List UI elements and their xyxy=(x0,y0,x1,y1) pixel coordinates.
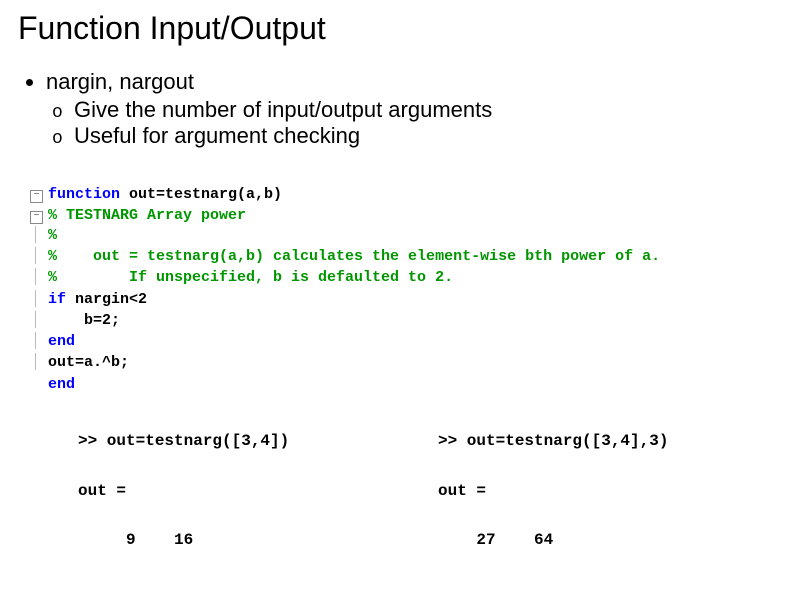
code-comment-4: % If unspecified, b is defaulted to 2. xyxy=(48,269,453,286)
sub-bullet-2: Useful for argument checking xyxy=(74,123,782,149)
code-sig: out=testnarg(a,b) xyxy=(120,186,282,203)
repl-left-values: 9 16 xyxy=(78,531,193,549)
sub-bullet-list: Give the number of input/output argument… xyxy=(46,97,782,149)
code-body-2: out=a.^b; xyxy=(48,354,129,371)
slide: Function Input/Output nargin, nargout Gi… xyxy=(0,0,800,563)
code-comment-3: % out = testnarg(a,b) calculates the ele… xyxy=(48,248,660,265)
repl-right-input: >> out=testnarg([3,4],3) xyxy=(438,432,668,450)
code-kw-end2: end xyxy=(48,376,75,393)
repl-row: >> out=testnarg([3,4]) out = 9 16 >> out… xyxy=(18,429,782,553)
code-comment-1: % TESTNARG Array power xyxy=(48,207,246,224)
repl-left: >> out=testnarg([3,4]) out = 9 16 xyxy=(78,429,398,553)
code-kw-if: if xyxy=(48,291,66,308)
repl-right-outlabel: out = xyxy=(438,482,486,500)
page-title: Function Input/Output xyxy=(18,10,782,47)
repl-right: >> out=testnarg([3,4],3) out = 27 64 xyxy=(438,429,668,553)
code-if-cond: nargin<2 xyxy=(66,291,147,308)
bullet-main: nargin, nargout Give the number of input… xyxy=(46,69,782,149)
code-kw-function: function xyxy=(48,186,120,203)
code-body-1: b=2; xyxy=(48,312,120,329)
repl-left-input: >> out=testnarg([3,4]) xyxy=(78,432,289,450)
repl-left-outlabel: out = xyxy=(78,482,126,500)
repl-right-values: 27 64 xyxy=(438,531,553,549)
bullet-list: nargin, nargout Give the number of input… xyxy=(24,69,782,149)
sub-bullet-1: Give the number of input/output argument… xyxy=(74,97,782,123)
code-block: −function out=testnarg(a,b) −% TESTNARG … xyxy=(30,165,782,415)
bullet-main-text: nargin, nargout xyxy=(46,69,194,94)
code-kw-end1: end xyxy=(48,333,75,350)
code-comment-2: % xyxy=(48,227,57,244)
